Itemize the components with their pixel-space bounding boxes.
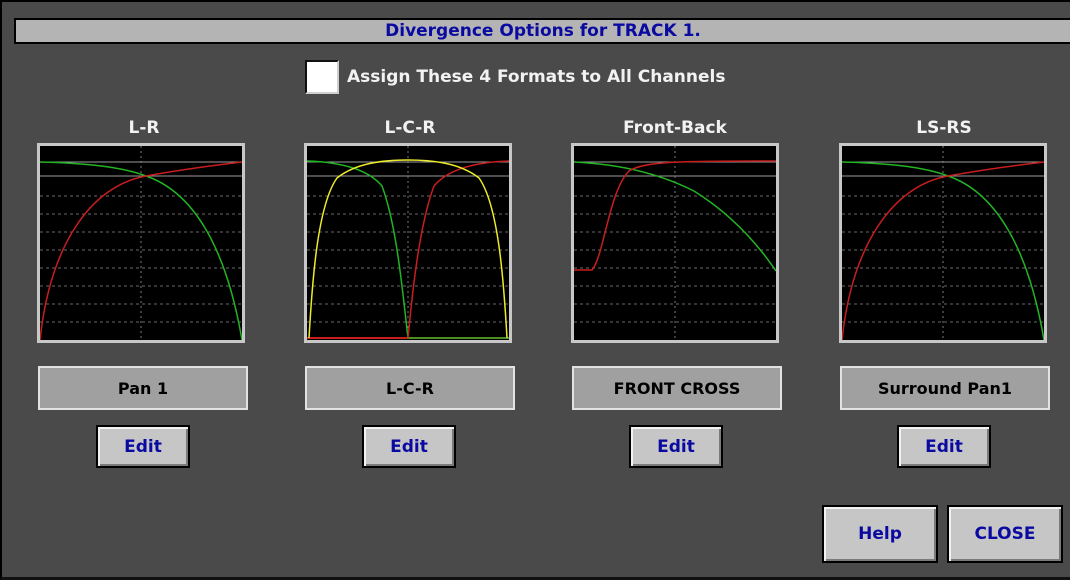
graph-grid bbox=[40, 146, 242, 340]
graph-l-r[interactable] bbox=[37, 143, 245, 343]
panel-title-front-back: Front-Back bbox=[623, 118, 727, 138]
graph-l-c-r[interactable] bbox=[304, 143, 512, 343]
divergence-dialog: Divergence Options for TRACK 1. Assign T… bbox=[0, 0, 1070, 580]
title-bar: Divergence Options for TRACK 1. bbox=[14, 18, 1070, 44]
divergence-curve-ls-rs bbox=[842, 146, 1044, 340]
divergence-curve-l-c-r bbox=[307, 146, 509, 340]
format-name-front-back: FRONT CROSS bbox=[572, 366, 782, 410]
graph-grid bbox=[307, 146, 509, 340]
graph-ls-rs[interactable] bbox=[839, 143, 1047, 343]
close-button[interactable]: CLOSE bbox=[947, 505, 1063, 563]
panel-title-l-r: L-R bbox=[128, 118, 160, 138]
panel-title-ls-rs: LS-RS bbox=[916, 118, 972, 138]
divergence-curve-front-back bbox=[574, 146, 776, 340]
assign-all-option: Assign These 4 Formats to All Channels bbox=[305, 58, 725, 96]
format-name-l-c-r: L-C-R bbox=[305, 366, 515, 410]
dialog-title: Divergence Options for TRACK 1. bbox=[385, 21, 701, 41]
divergence-curve-l-r bbox=[40, 146, 242, 340]
graph-front-back[interactable] bbox=[571, 143, 779, 343]
edit-button-ls-rs[interactable]: Edit bbox=[897, 425, 991, 468]
assign-all-label: Assign These 4 Formats to All Channels bbox=[347, 67, 726, 87]
panel-title-l-c-r: L-C-R bbox=[384, 118, 436, 138]
format-name-l-r: Pan 1 bbox=[38, 366, 248, 410]
assign-all-checkbox[interactable] bbox=[305, 60, 339, 94]
edit-button-l-c-r[interactable]: Edit bbox=[362, 425, 456, 468]
help-button[interactable]: Help bbox=[822, 505, 938, 563]
graph-grid bbox=[574, 146, 776, 340]
format-name-ls-rs: Surround Pan1 bbox=[840, 366, 1050, 410]
graph-grid bbox=[842, 146, 1044, 340]
edit-button-l-r[interactable]: Edit bbox=[96, 425, 190, 468]
edit-button-front-back[interactable]: Edit bbox=[629, 425, 723, 468]
